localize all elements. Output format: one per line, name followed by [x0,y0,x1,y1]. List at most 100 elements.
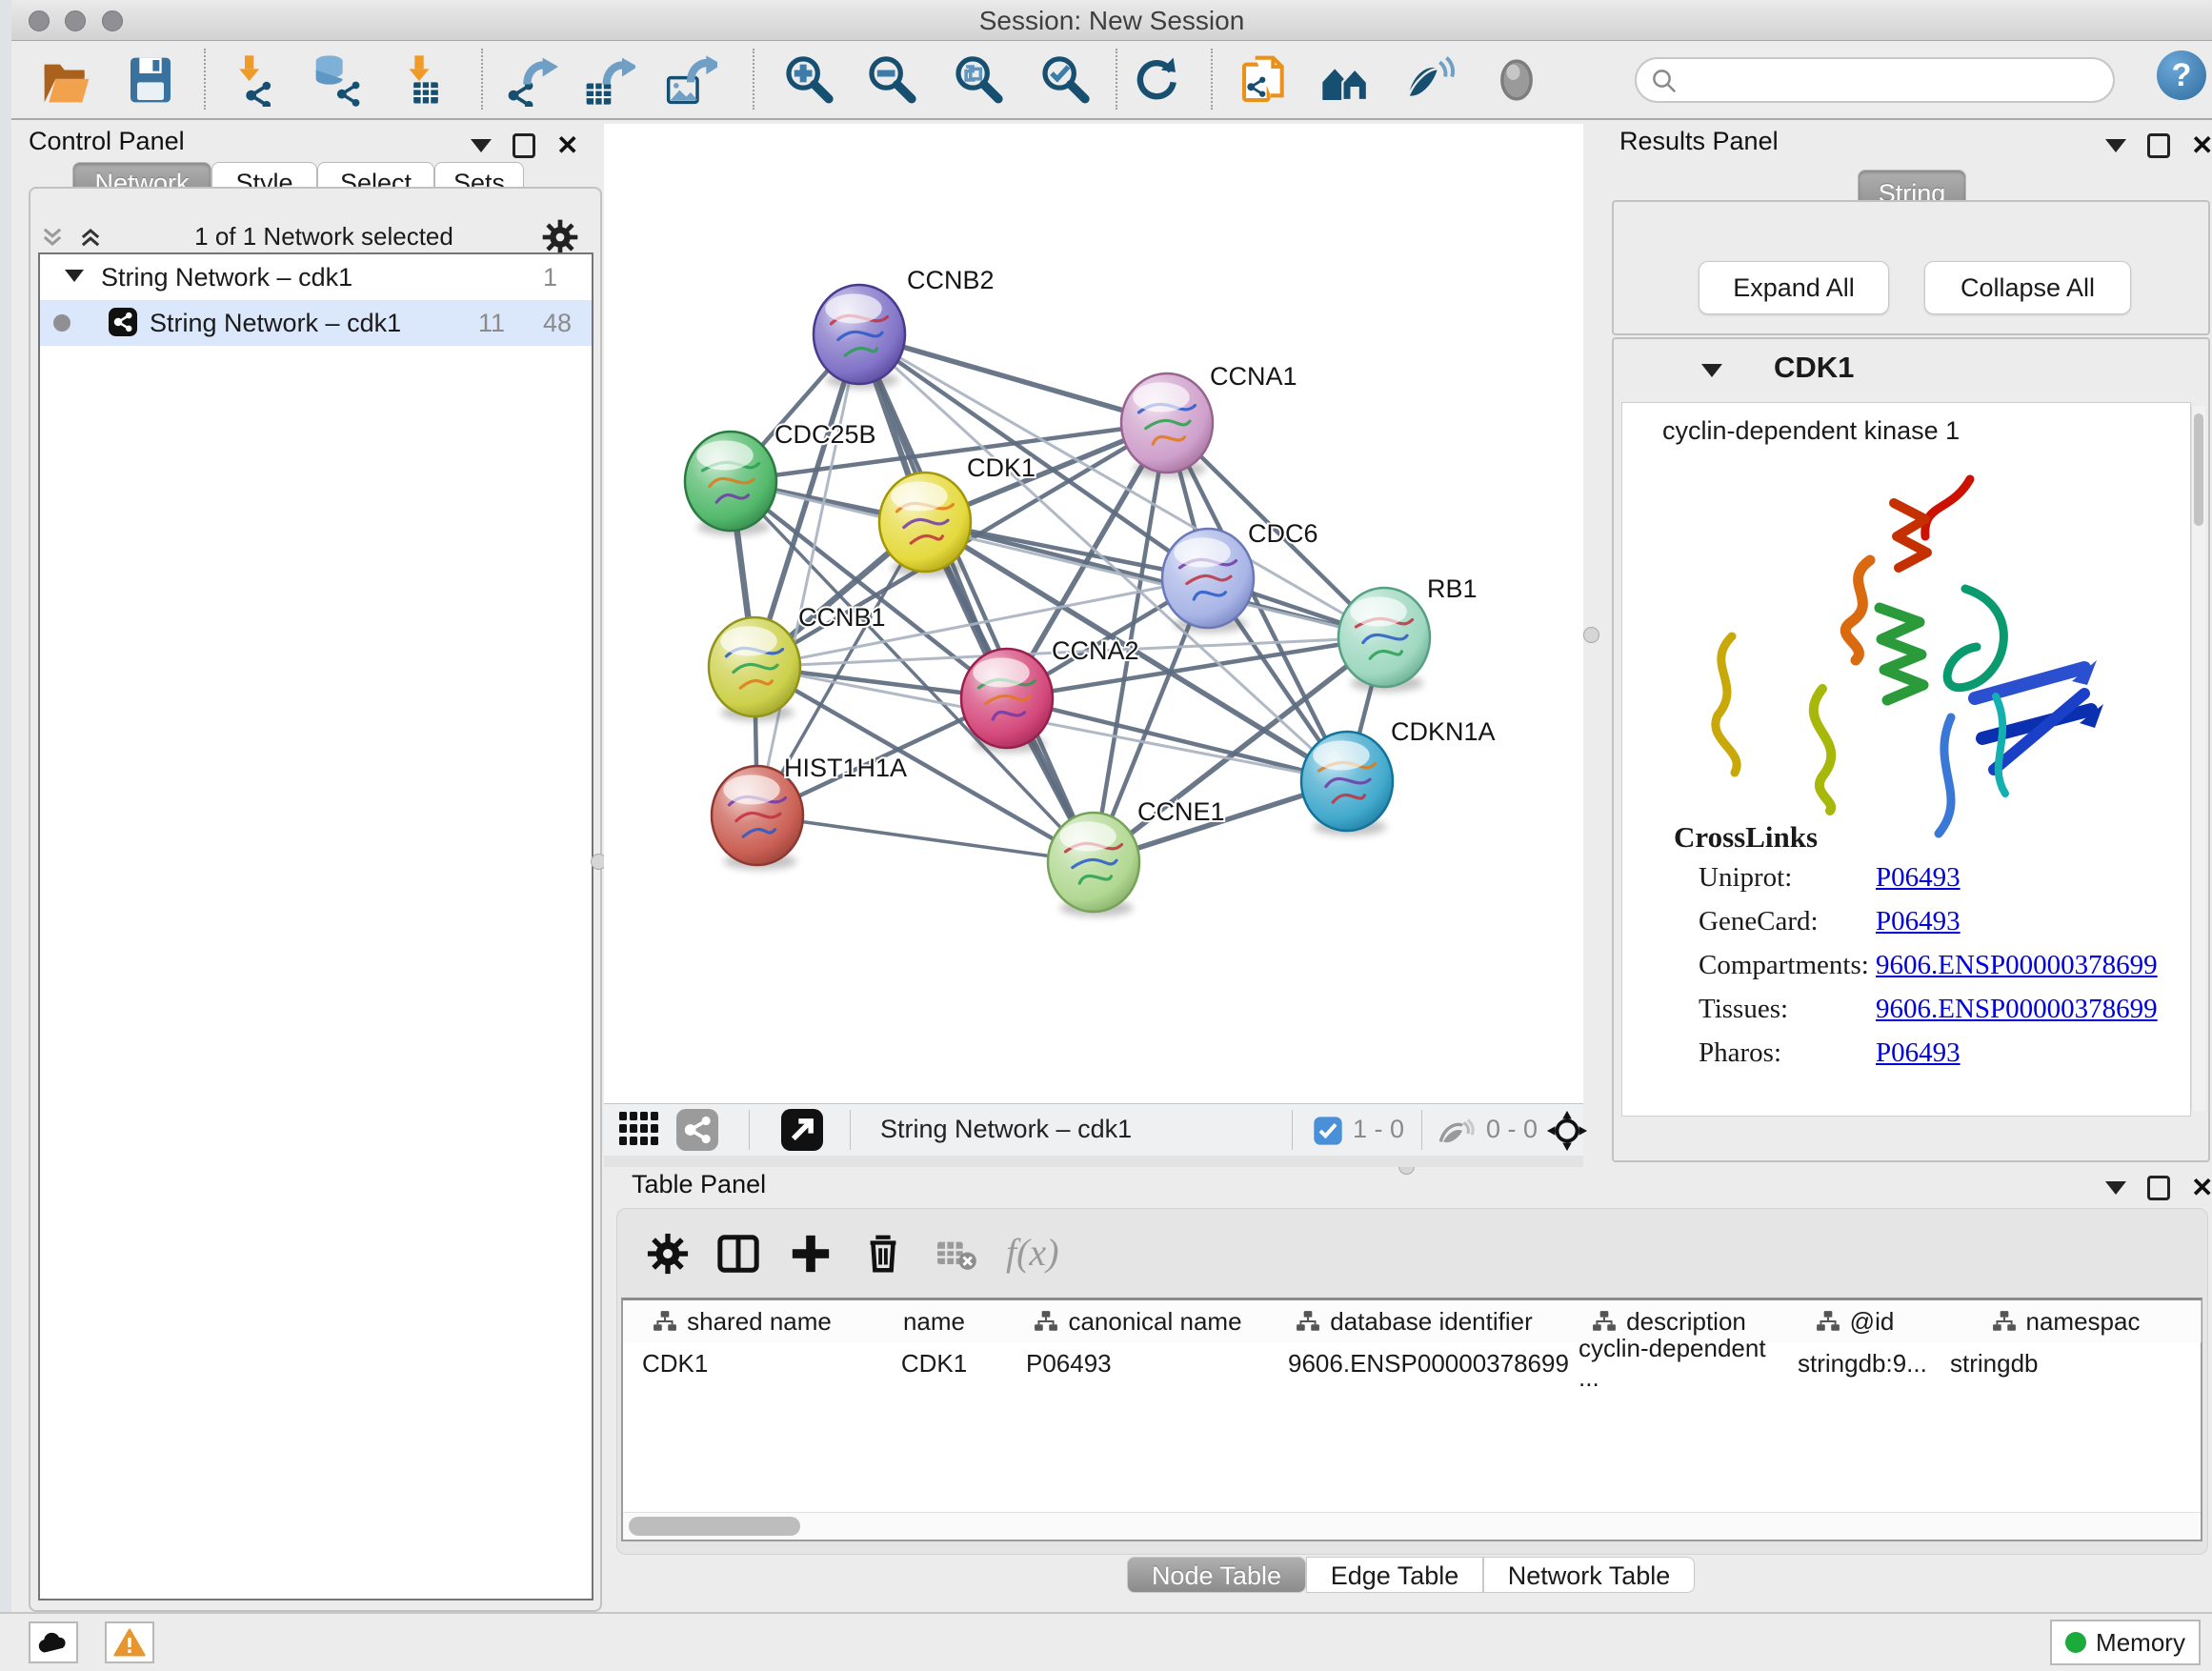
memory-button[interactable]: Memory [2050,1620,2201,1665]
edge-CCNB2-CCNA1[interactable] [859,334,1167,423]
crosslink-value[interactable]: P06493 [1876,906,1961,937]
birdseye-grid-icon[interactable] [619,1112,661,1150]
horizontal-splitter[interactable] [604,1156,1583,1167]
edge-CCNA2-CDKN1A[interactable] [1007,698,1347,781]
delete-column-icon[interactable] [861,1232,905,1276]
collapse-panel-icon[interactable] [2105,1181,2126,1195]
network-node-CDKN1A[interactable] [1301,732,1393,836]
save-session-icon[interactable] [124,53,177,107]
network-node-CCNE1[interactable] [1048,813,1139,916]
column-header-@id[interactable]: @id [1779,1300,1932,1342]
close-panel-icon[interactable]: ✕ [2191,1178,2212,1198]
results-scrollbar-thumb[interactable] [2194,413,2203,526]
column-header-namespac[interactable]: namespac [1931,1300,2202,1342]
export-network-to-file-icon[interactable] [505,53,558,107]
search-box[interactable] [1635,57,2115,103]
tab-edge-table[interactable]: Edge Table [1306,1557,1483,1593]
collection-count: 1 [543,263,557,292]
show-columns-icon[interactable] [716,1232,760,1276]
float-panel-icon[interactable] [513,133,535,158]
import-table-from-file-icon[interactable] [399,53,452,107]
node-table[interactable]: shared namename canonical name database … [621,1298,2202,1541]
network-node-CDC25B[interactable] [685,432,776,535]
tab-network-table[interactable]: Network Table [1483,1557,1695,1593]
warnings-button[interactable] [105,1621,154,1663]
cloud-button[interactable] [29,1621,78,1663]
table-cell[interactable]: CDK1 [623,1342,861,1384]
table-scrollbar[interactable] [623,1512,2201,1540]
function-builder-icon: f(x) [1006,1230,1059,1275]
network-node-RB1[interactable] [1338,588,1430,692]
network-node-CCNB1[interactable] [709,617,800,721]
collapse-panel-icon[interactable] [471,139,492,152]
zoom-in-icon[interactable] [782,53,835,107]
right-splitter-handle[interactable] [1583,627,1599,643]
network-canvas[interactable]: CCNB2CCNA1CDC25BCDK1CDC6RB1CCNB1CCNA2CDK… [604,124,1583,1103]
table-cell[interactable]: stringdb:9... [1779,1342,1931,1384]
crosslink-row: GeneCard: P06493 [1699,906,2175,937]
memory-status-icon [2065,1632,2086,1653]
import-network-from-database-icon[interactable] [312,53,365,107]
network-options-gear-icon[interactable] [541,218,579,256]
first-neighbors-icon[interactable] [1320,53,1374,107]
node-label-CCNA1: CCNA1 [1210,362,1297,391]
network-node-CDC6[interactable] [1162,529,1254,633]
export-table-to-file-icon[interactable] [582,53,635,107]
pan-crosshair-icon[interactable] [1545,1109,1589,1153]
network-collection-row[interactable]: String Network – cdk1 1 [40,254,592,300]
table-cell[interactable]: 9606.ENSP00000378699 [1269,1342,1559,1384]
float-panel-icon[interactable] [2147,1176,2170,1200]
collapse-all-tree-icon[interactable] [76,224,105,251]
open-in-browser-icon[interactable] [781,1109,823,1151]
table-cell[interactable]: stringdb [1931,1342,2201,1384]
help-button[interactable]: ? [2157,50,2206,100]
expand-all-tree-icon[interactable] [38,224,67,251]
crosslink-label: Compartments: [1699,950,1869,980]
selected-checkbox-icon[interactable] [1313,1116,1343,1146]
column-header-canonical-name[interactable]: canonical name [1007,1300,1270,1342]
export-image-icon[interactable] [664,53,717,107]
column-header-database-identifier[interactable]: database identifier [1269,1300,1560,1342]
close-panel-icon[interactable]: ✕ [556,136,578,155]
hide-selected-icon[interactable] [1404,53,1458,107]
crosslink-value[interactable]: 9606.ENSP00000378699 [1876,994,2158,1025]
crosslink-value[interactable]: P06493 [1876,862,1961,894]
edge-CCNE1-HIST1H1A[interactable] [757,815,1094,862]
collapse-all-button[interactable]: Collapse All [1924,261,2131,314]
network-node-CDK1[interactable] [879,473,971,576]
zoom-selected-region-icon[interactable] [1038,53,1092,107]
import-network-from-file-icon[interactable] [231,53,285,107]
hidden-eye-icon[interactable] [1437,1114,1475,1148]
table-scrollbar-thumb[interactable] [629,1517,800,1536]
column-header-name[interactable]: name [861,1300,1008,1342]
edge-CCNB2-HIST1H1A[interactable] [757,334,859,815]
close-panel-icon[interactable]: ✕ [2191,136,2212,155]
string-badge-icon[interactable] [676,1109,718,1151]
current-network-name: String Network – cdk1 [880,1115,1132,1144]
table-cell[interactable]: P06493 [1007,1342,1269,1384]
create-column-icon[interactable] [789,1232,833,1276]
collection-expand-icon[interactable] [65,270,84,282]
clone-network-icon[interactable] [1237,53,1291,107]
edge-CCNB2-CCNE1[interactable] [859,334,1094,862]
tab-node-table[interactable]: Node Table [1127,1557,1306,1593]
zoom-out-icon[interactable] [865,53,918,107]
table-cell[interactable]: cyclin-dependent ... [1559,1342,1779,1384]
collapse-panel-icon[interactable] [2105,139,2126,152]
open-session-icon[interactable] [40,53,93,107]
network-node-CCNA1[interactable] [1121,373,1213,477]
refresh-view-icon[interactable] [1129,53,1182,107]
zoom-fit-content-icon[interactable] [952,53,1005,107]
network-row-selected[interactable]: String Network – cdk1 11 48 [40,300,592,346]
table-options-gear-icon[interactable] [646,1232,690,1276]
expand-all-button[interactable]: Expand All [1699,261,1889,314]
crosslink-value[interactable]: 9606.ENSP00000378699 [1876,950,2158,981]
gene-collapse-icon[interactable] [1701,364,1722,377]
crosslink-value[interactable]: P06493 [1876,1037,1961,1069]
float-panel-icon[interactable] [2147,133,2170,158]
search-input[interactable] [1690,61,2094,97]
results-scrollbar[interactable] [2191,406,2205,1111]
table-cell[interactable]: CDK1 [861,1342,1007,1384]
column-header-shared-name[interactable]: shared name [623,1300,862,1342]
show-graphics-details-icon[interactable] [1490,53,1543,107]
